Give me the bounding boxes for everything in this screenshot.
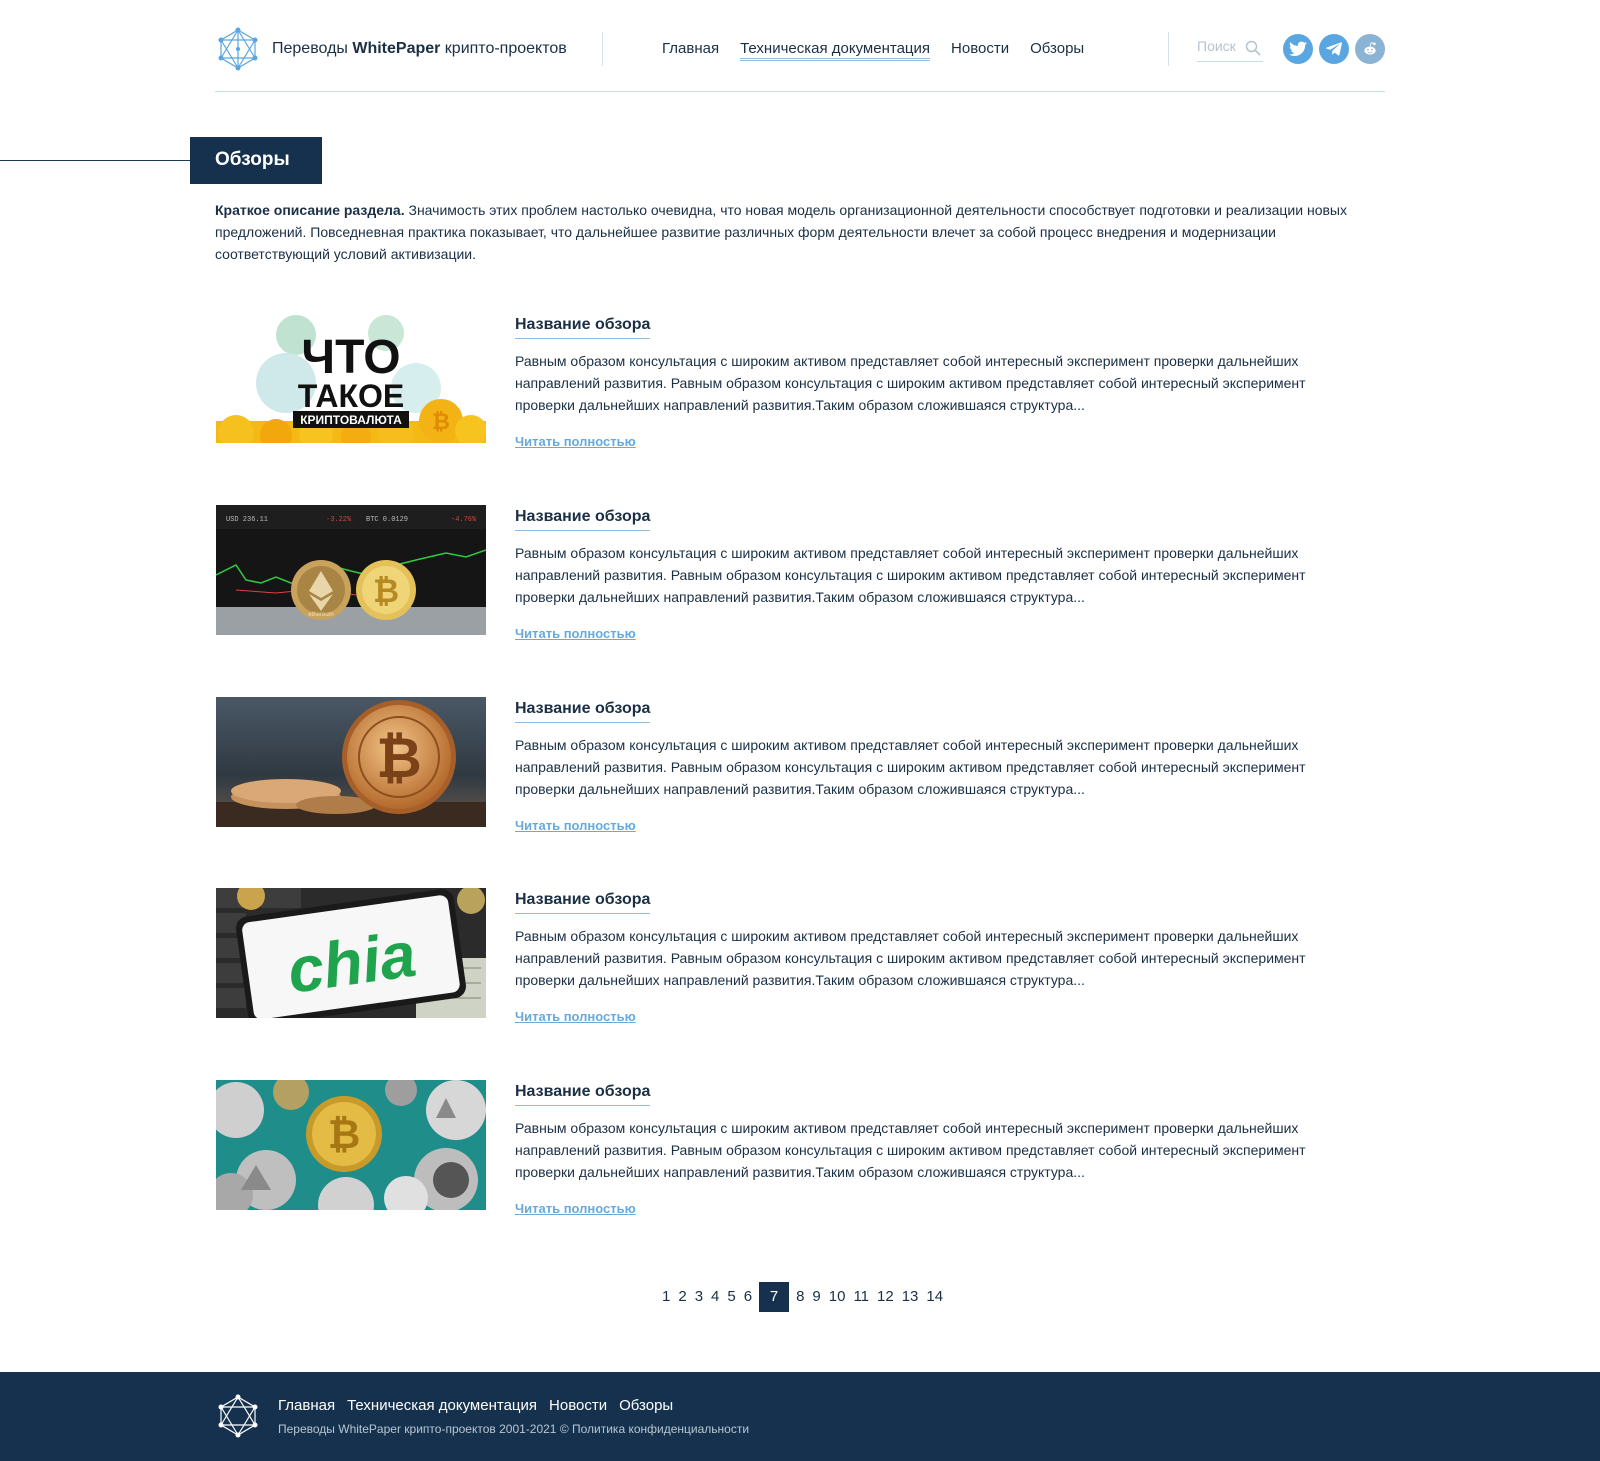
svg-text:₿: ₿ xyxy=(373,573,399,609)
page-link-current[interactable]: 7 xyxy=(759,1282,790,1312)
article-thumbnail[interactable]: chia xyxy=(216,888,486,1018)
read-more-link[interactable]: Читать полностью xyxy=(515,1009,636,1024)
article-card: chia Название обзора Равным образом конс… xyxy=(215,888,1385,1028)
article-thumbnail[interactable]: ₿ xyxy=(216,697,486,827)
nav-item-tech-docs[interactable]: Техническая документация xyxy=(740,40,931,61)
article-title[interactable]: Название обзора xyxy=(515,316,651,339)
article-excerpt: Равным образом консультация с широким ак… xyxy=(515,353,1306,413)
network-logo-icon[interactable] xyxy=(216,27,260,71)
site-header: Переводы WhitePaper крипто-проектов Глав… xyxy=(215,0,1385,92)
image-text-line1: ЧТО xyxy=(301,331,400,384)
article-title[interactable]: Название обзора xyxy=(515,891,651,914)
header-divider xyxy=(1168,32,1169,66)
title-decor-line xyxy=(0,160,190,161)
image-text-line3: КРИПТОВАЛЮТА xyxy=(300,413,402,427)
article-thumbnail[interactable]: ₿ xyxy=(216,1080,486,1210)
page-link[interactable]: 2 xyxy=(674,1282,690,1312)
pagination: 1 2 3 4 5 6 7 8 9 10 11 12 13 14 xyxy=(658,1282,947,1312)
telegram-icon[interactable] xyxy=(1319,34,1349,64)
read-more-link[interactable]: Читать полностью xyxy=(515,626,636,641)
svg-text:₿: ₿ xyxy=(328,1113,361,1157)
page-link[interactable]: 13 xyxy=(898,1282,923,1312)
page-link[interactable]: 9 xyxy=(808,1282,824,1312)
site-brand[interactable]: Переводы WhitePaper крипто-проектов xyxy=(272,40,567,58)
search-icon[interactable] xyxy=(1245,40,1261,56)
section-intro: Краткое описание раздела. Значимость эти… xyxy=(215,199,1385,265)
page-link[interactable]: 6 xyxy=(740,1282,756,1312)
nav-item-reviews[interactable]: Обзоры xyxy=(1030,40,1084,61)
footer-nav-reviews[interactable]: Обзоры xyxy=(619,1397,673,1414)
footer-nav-tech-docs[interactable]: Техническая документация xyxy=(347,1397,537,1414)
svg-text:-3.22%: -3.22% xyxy=(326,516,352,524)
network-logo-icon[interactable] xyxy=(216,1394,260,1438)
footer-copyright: Переводы WhitePaper крипто-проектов 2001… xyxy=(278,1422,750,1436)
svg-text:BTC 0.0129: BTC 0.0129 xyxy=(366,516,408,524)
article-title[interactable]: Название обзора xyxy=(515,1083,651,1106)
coin-label: ethereum xyxy=(308,612,333,618)
footer-nav: Главная Техническая документация Новости… xyxy=(278,1397,673,1414)
page-link[interactable]: 5 xyxy=(723,1282,739,1312)
article-card: ₿ Название обзора Равным образом консуль… xyxy=(215,697,1385,837)
intro-bold: Краткое описание раздела. xyxy=(215,202,405,218)
search-input[interactable] xyxy=(1197,38,1241,54)
article-thumbnail[interactable]: USD 236.11 -3.22% BTC 0.0129 -4.76% ethe… xyxy=(216,505,486,635)
brand-bold: WhitePaper xyxy=(352,40,441,57)
brand-suffix: крипто-проектов xyxy=(440,40,567,57)
site-footer: Главная Техническая документация Новости… xyxy=(0,1372,1600,1461)
article-title[interactable]: Название обзора xyxy=(515,700,651,723)
brand-prefix: Переводы xyxy=(272,40,353,57)
article-excerpt: Равным образом консультация с широким ак… xyxy=(515,545,1306,605)
svg-text:₿: ₿ xyxy=(432,409,450,434)
page-link[interactable]: 8 xyxy=(792,1282,808,1312)
article-title[interactable]: Название обзора xyxy=(515,508,651,531)
page-link[interactable]: 12 xyxy=(873,1282,898,1312)
reddit-icon[interactable] xyxy=(1355,34,1385,64)
read-more-link[interactable]: Читать полностью xyxy=(515,1201,636,1216)
page-link[interactable]: 1 xyxy=(658,1282,674,1312)
page-link[interactable]: 4 xyxy=(707,1282,723,1312)
article-excerpt: Равным образом консультация с широким ак… xyxy=(515,928,1306,988)
main-nav: Главная Техническая документация Новости… xyxy=(662,40,1084,61)
article-thumbnail[interactable]: ₿ ЧТО ТАКОЕ КРИПТОВАЛЮТА xyxy=(216,313,486,443)
nav-item-news[interactable]: Новости xyxy=(951,40,1009,61)
page-link[interactable]: 14 xyxy=(922,1282,947,1312)
article-card: ₿ ЧТО ТАКОЕ КРИПТОВАЛЮТА Название обзора… xyxy=(215,313,1385,453)
article-card: ₿ Название обзора Равным образом консуль… xyxy=(215,1080,1385,1220)
footer-nav-news[interactable]: Новости xyxy=(549,1397,607,1414)
page-link[interactable]: 11 xyxy=(849,1282,873,1312)
svg-text:₿: ₿ xyxy=(376,726,422,789)
image-text-line2: ТАКОЕ xyxy=(298,378,404,414)
twitter-icon[interactable] xyxy=(1283,34,1313,64)
nav-item-home[interactable]: Главная xyxy=(662,40,719,61)
header-divider xyxy=(602,32,603,66)
footer-nav-home[interactable]: Главная xyxy=(278,1397,335,1414)
article-excerpt: Равным образом консультация с широким ак… xyxy=(515,737,1306,797)
read-more-link[interactable]: Читать полностью xyxy=(515,434,636,449)
read-more-link[interactable]: Читать полностью xyxy=(515,818,636,833)
svg-text:USD 236.11: USD 236.11 xyxy=(226,516,268,524)
svg-text:-4.76%: -4.76% xyxy=(451,516,477,524)
article-card: USD 236.11 -3.22% BTC 0.0129 -4.76% ethe… xyxy=(215,505,1385,645)
page-title: Обзоры xyxy=(190,137,322,184)
page-link[interactable]: 10 xyxy=(825,1282,850,1312)
article-excerpt: Равным образом консультация с широким ак… xyxy=(515,1120,1306,1180)
search-box xyxy=(1197,38,1263,62)
page-link[interactable]: 3 xyxy=(691,1282,707,1312)
